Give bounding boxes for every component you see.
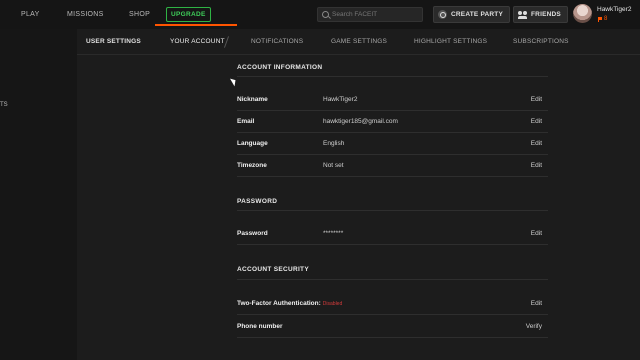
tab-subscriptions[interactable]: SUBSCRIPTIONS: [513, 29, 569, 55]
divider: [237, 76, 548, 77]
tab-user-settings[interactable]: USER SETTINGS: [86, 29, 141, 55]
nav-play[interactable]: PLAY: [21, 0, 40, 29]
flag-icon: [598, 16, 602, 22]
two-factor-label-text: Two-Factor Authentication:: [237, 300, 321, 307]
timezone-value: Not set: [323, 162, 344, 169]
friends-label: FRIENDS: [531, 11, 561, 18]
verify-phone-button[interactable]: Verify: [526, 323, 542, 330]
tab-your-account[interactable]: YOUR ACCOUNT: [170, 29, 225, 55]
password-label: Password: [237, 230, 268, 237]
nickname-label: Nickname: [237, 96, 268, 103]
username[interactable]: HawkTiger2: [597, 6, 631, 13]
create-party-label: CREATE PARTY: [451, 11, 503, 18]
password-value: ********: [323, 230, 344, 237]
sidebar-item-label[interactable]: TS: [0, 102, 8, 108]
edit-timezone-button[interactable]: Edit: [531, 162, 542, 169]
settings-tabs: USER SETTINGS YOUR ACCOUNT NOTIFICATIONS…: [77, 29, 640, 55]
friends-icon: [518, 10, 527, 19]
two-factor-row: Two-Factor Authentication: Disabled Edit: [237, 293, 548, 315]
language-label: Language: [237, 140, 268, 147]
email-label: Email: [237, 118, 255, 125]
mouse-cursor: [230, 76, 238, 87]
divider: [237, 279, 548, 280]
tab-notifications[interactable]: NOTIFICATIONS: [251, 29, 303, 55]
nav-missions[interactable]: MISSIONS: [67, 0, 104, 29]
divider: [237, 210, 548, 211]
email-row: Email hawktiger185@gmail.com Edit: [237, 111, 548, 133]
language-row: Language English Edit: [237, 133, 548, 155]
phone-number-label: Phone number: [237, 323, 283, 330]
timezone-row: Timezone Not set Edit: [237, 155, 548, 177]
nickname-value: HawkTiger2: [323, 96, 358, 103]
party-icon: [438, 10, 447, 19]
edit-email-button[interactable]: Edit: [531, 118, 542, 125]
upgrade-button[interactable]: UPGRADE: [166, 7, 211, 22]
phone-number-row: Phone number Verify: [237, 316, 548, 338]
friends-button[interactable]: FRIENDS: [513, 6, 568, 23]
level-value: 8: [604, 16, 608, 22]
status-badge: Disabled: [322, 301, 343, 307]
create-party-button[interactable]: CREATE PARTY: [433, 6, 510, 23]
avatar[interactable]: [573, 4, 592, 23]
section-title-password: PASSWORD: [237, 198, 278, 205]
edit-nickname-button[interactable]: Edit: [531, 96, 542, 103]
search-icon: [322, 11, 329, 18]
timezone-label: Timezone: [237, 162, 267, 169]
section-title-account-security: ACCOUNT SECURITY: [237, 266, 309, 273]
active-tab-indicator: [155, 24, 237, 26]
left-sidebar: TS: [0, 29, 77, 360]
edit-password-button[interactable]: Edit: [531, 230, 542, 237]
two-factor-label: Two-Factor Authentication: Disabled: [237, 300, 342, 307]
edit-language-button[interactable]: Edit: [531, 140, 542, 147]
password-row: Password ******** Edit: [237, 223, 548, 245]
section-title-account-information: ACCOUNT INFORMATION: [237, 64, 323, 71]
nav-shop[interactable]: SHOP: [129, 0, 150, 29]
tab-game-settings[interactable]: GAME SETTINGS: [331, 29, 387, 55]
edit-two-factor-button[interactable]: Edit: [531, 300, 542, 307]
level-indicator: 8: [598, 16, 607, 22]
search-box[interactable]: [317, 7, 423, 22]
nickname-row: Nickname HawkTiger2 Edit: [237, 89, 548, 111]
language-value: English: [323, 140, 345, 147]
tab-highlight-settings[interactable]: HIGHLIGHT SETTINGS: [414, 29, 487, 55]
search-input[interactable]: [332, 11, 422, 18]
email-value: hawktiger185@gmail.com: [323, 118, 398, 125]
top-navigation-bar: PLAY MISSIONS SHOP UPGRADE CREATE PARTY …: [0, 0, 640, 29]
